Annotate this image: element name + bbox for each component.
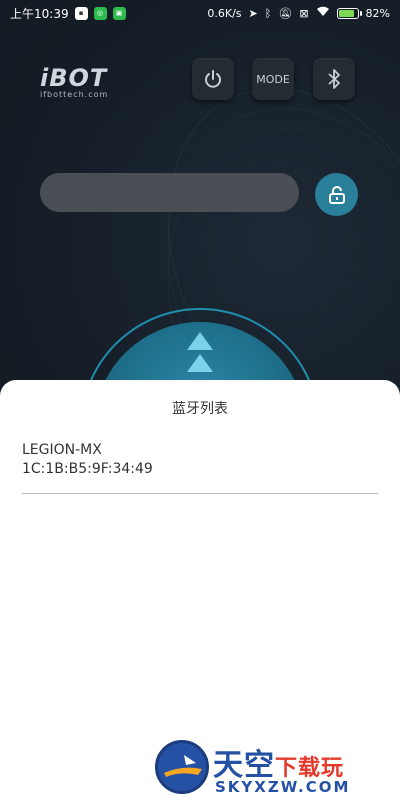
sim-icon: ⊠ (299, 6, 309, 20)
forward-arrow-icon[interactable] (185, 332, 215, 376)
status-left: 上午10:39 ▪ ◎ ▣ (10, 5, 126, 22)
watermark-url: SKYXZW.COM (215, 778, 351, 796)
status-bar: 上午10:39 ▪ ◎ ▣ 0.6K/s ➤ ᛒ 🔕︎ ⊠ 82% (0, 0, 400, 26)
logo-website: ifbottech.com (40, 90, 109, 99)
site-watermark: 天空下载玩 SKYXZW.COM (155, 740, 400, 800)
notification-app-icon: ▪ (74, 6, 88, 20)
battery-percent: 82% (365, 6, 390, 20)
bluetooth-icon (328, 69, 340, 89)
mute-icon: 🔕︎ (278, 6, 293, 20)
bluetooth-status-icon: ᛒ (264, 6, 272, 20)
mode-label: MODE (256, 72, 290, 86)
battery-icon (336, 7, 362, 19)
logo-text: iBOT (40, 64, 108, 92)
list-item[interactable]: LEGION-MX 1C:1B:B5:9F:34:49 (22, 442, 378, 494)
mode-button[interactable]: MODE (252, 58, 294, 100)
unlock-icon (328, 185, 345, 204)
watermark-globe-logo (155, 740, 209, 794)
location-icon: ➤ (248, 6, 258, 20)
lock-button[interactable] (315, 173, 358, 216)
network-speed: 0.6K/s (207, 6, 242, 20)
power-button[interactable] (192, 58, 234, 100)
bluetooth-button[interactable] (313, 58, 355, 100)
notification-app-icon-2: ▣ (112, 6, 126, 20)
status-time: 上午10:39 (10, 6, 69, 21)
status-right: 0.6K/s ➤ ᛒ 🔕︎ ⊠ 82% (207, 6, 390, 20)
sheet-title: 蓝牙列表 (172, 401, 228, 417)
device-search-bar[interactable] (40, 173, 299, 212)
brand-logo: iBOT ifbottech.com (40, 64, 108, 99)
bluetooth-list-sheet: 蓝牙列表 LEGION-MX 1C:1B:B5:9F:34:49 (0, 380, 400, 800)
notification-chat-icon: ◎ (93, 6, 107, 20)
device-mac-address: 1C:1B:B5:9F:34:49 (22, 461, 153, 477)
wifi-icon (316, 6, 330, 20)
power-icon (205, 70, 221, 88)
list-divider (22, 493, 378, 494)
device-name: LEGION-MX (22, 442, 102, 458)
